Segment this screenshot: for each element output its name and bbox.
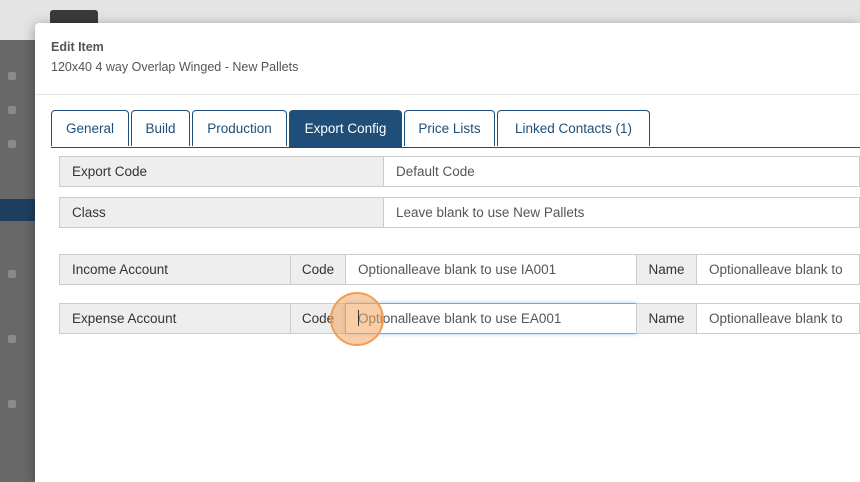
expense-account-label: Expense Account bbox=[59, 303, 291, 334]
class-label: Class bbox=[59, 197, 384, 228]
background-sidebar-icon bbox=[8, 400, 16, 408]
income-account-row: Income Account Code Name bbox=[59, 254, 860, 285]
export-code-row: Export Code bbox=[59, 156, 860, 187]
class-input[interactable] bbox=[383, 197, 860, 228]
background-sidebar-icon bbox=[8, 335, 16, 343]
tab-bar: General Build Production Export Config P… bbox=[51, 110, 860, 148]
background-sidebar-active-item bbox=[0, 199, 35, 221]
expense-name-input[interactable] bbox=[696, 303, 860, 334]
background-sidebar-icon bbox=[8, 270, 16, 278]
class-row: Class bbox=[59, 197, 860, 228]
export-code-label: Export Code bbox=[59, 156, 384, 187]
background-sidebar-icon bbox=[8, 140, 16, 148]
income-code-addon: Code bbox=[290, 254, 346, 285]
tab-price-lists[interactable]: Price Lists bbox=[404, 110, 495, 146]
income-account-label: Income Account bbox=[59, 254, 291, 285]
income-name-addon: Name bbox=[636, 254, 697, 285]
expense-code-addon: Code bbox=[290, 303, 346, 334]
tab-production[interactable]: Production bbox=[192, 110, 287, 146]
background-sidebar-icon bbox=[8, 106, 16, 114]
text-caret bbox=[358, 310, 359, 326]
modal-header: Edit Item 120x40 4 way Overlap Winged - … bbox=[35, 23, 860, 95]
tab-build[interactable]: Build bbox=[131, 110, 190, 146]
export-code-input[interactable] bbox=[383, 156, 860, 187]
modal-title: Edit Item bbox=[51, 40, 104, 54]
expense-name-addon: Name bbox=[636, 303, 697, 334]
tab-general[interactable]: General bbox=[51, 110, 129, 146]
edit-item-modal: Edit Item 120x40 4 way Overlap Winged - … bbox=[35, 23, 860, 482]
tab-linked-contacts[interactable]: Linked Contacts (1) bbox=[497, 110, 650, 146]
tab-export-config[interactable]: Export Config bbox=[289, 110, 402, 148]
income-code-input[interactable] bbox=[345, 254, 637, 285]
expense-account-row: Expense Account Code Name bbox=[59, 303, 860, 334]
background-sidebar bbox=[0, 40, 35, 482]
background-sidebar-icon bbox=[8, 72, 16, 80]
income-name-input[interactable] bbox=[696, 254, 860, 285]
modal-subtitle: 120x40 4 way Overlap Winged - New Pallet… bbox=[51, 60, 299, 74]
expense-code-input[interactable] bbox=[345, 303, 637, 334]
